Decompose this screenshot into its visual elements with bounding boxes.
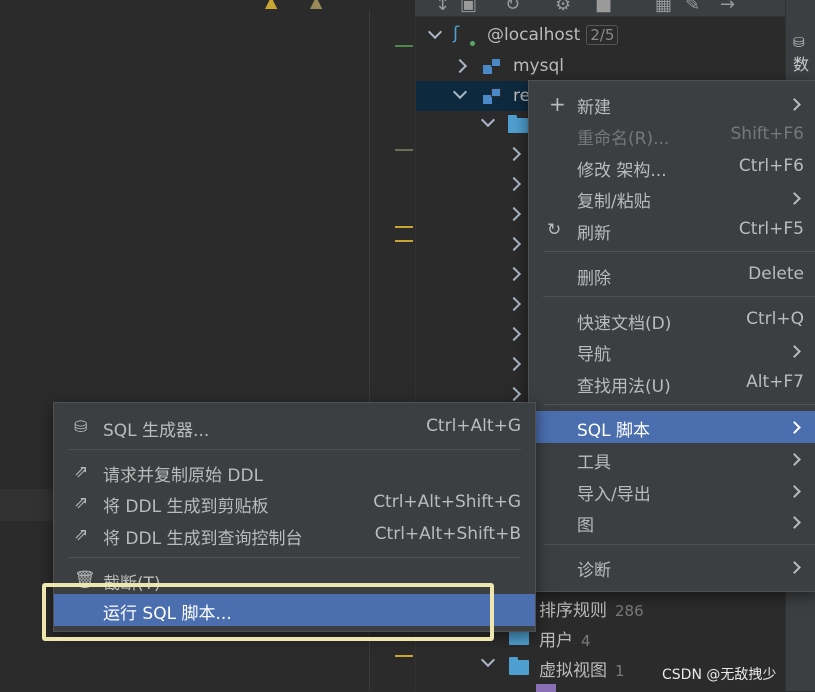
collapse-icon[interactable]: ↕ — [435, 0, 450, 15]
chevron-right-icon — [788, 98, 801, 111]
chevron-down-icon[interactable] — [452, 84, 468, 100]
warning-icon[interactable]: ▲ — [265, 0, 277, 11]
watermark: CSDN @无敌拽少 — [662, 667, 777, 683]
sql-generator-icon: ⛁ — [74, 417, 88, 436]
menu-item-diagnostics[interactable]: 诊断 — [529, 551, 815, 583]
chevron-right-icon[interactable] — [506, 146, 522, 162]
menu-item-delete[interactable]: 删除 Delete — [529, 259, 815, 291]
folder-icon — [509, 657, 529, 675]
submenu-item-ddl-to-console[interactable]: ⇗ 将 DDL 生成到查询控制台 Ctrl+Alt+Shift+B — [54, 519, 535, 551]
schema-icon — [483, 88, 501, 104]
change-marker — [395, 45, 413, 47]
menu-separator — [68, 449, 521, 450]
host-badge: 2/5 — [586, 25, 619, 45]
chevron-right-icon — [788, 516, 801, 529]
menu-separator — [543, 296, 815, 297]
external-link-icon: ⇗ — [74, 462, 89, 482]
connected-dot-icon — [470, 41, 475, 46]
jump-icon[interactable]: → — [720, 0, 735, 15]
context-menu: + 新建 重命名(R)... Shift+F6 修改 架构... Ctrl+F6… — [528, 80, 815, 592]
copy-icon[interactable]: ▣ — [460, 0, 477, 15]
menu-item-quick-doc[interactable]: 快速文档(D) Ctrl+Q — [529, 304, 815, 336]
chevron-right-icon — [788, 345, 801, 358]
users-count: 4 — [581, 632, 591, 650]
tree-row-schema-mysql[interactable]: mysql — [416, 51, 786, 81]
virtual-views-count: 1 — [615, 662, 625, 680]
chevron-down-icon[interactable] — [427, 24, 443, 40]
callout-highlight-box — [42, 583, 494, 641]
table-toolbar-icon[interactable]: ▦ — [655, 0, 672, 15]
stop-icon[interactable]: ■ — [595, 0, 612, 15]
chevron-right-icon — [788, 561, 801, 574]
weak-warning-icon[interactable]: ▲ — [310, 0, 322, 11]
menu-item-new[interactable]: + 新建 — [529, 88, 815, 120]
chevron-right-icon[interactable] — [506, 236, 522, 252]
menu-separator — [543, 544, 815, 545]
menu-separator — [68, 557, 521, 558]
chevron-right-icon — [788, 485, 801, 498]
submenu-item-sql-generator[interactable]: ⛁ SQL 生成器... Ctrl+Alt+G — [54, 411, 535, 443]
chevron-right-icon — [788, 421, 801, 434]
tree-row-host[interactable]: ʃ @localhost 2/5 — [416, 21, 786, 51]
chevron-right-icon — [788, 453, 801, 466]
collations-count: 286 — [615, 602, 644, 620]
warning-marker — [395, 655, 413, 657]
database-icon[interactable]: ⛁ — [793, 35, 809, 51]
external-link-icon: ⇗ — [74, 493, 89, 513]
menu-item-tools[interactable]: 工具 — [529, 443, 815, 475]
schema-icon — [483, 58, 501, 74]
folder-icon — [508, 115, 528, 133]
menu-item-alter-schema[interactable]: 修改 架构... Ctrl+F6 — [529, 151, 815, 183]
users-label: 用户 — [539, 631, 573, 651]
plus-icon: + — [549, 92, 566, 116]
external-link-icon: ⇗ — [74, 525, 89, 545]
chevron-right-icon[interactable] — [452, 58, 468, 74]
folder-icon — [509, 627, 529, 645]
chevron-right-icon[interactable] — [506, 266, 522, 282]
chevron-right-icon — [788, 192, 801, 205]
submenu-item-copy-ddl[interactable]: ⇗ 请求并复制原始 DDL — [54, 456, 535, 488]
menu-item-copy-paste[interactable]: 复制/粘贴 — [529, 182, 815, 214]
chevron-down-icon[interactable] — [480, 652, 496, 668]
chevron-right-icon[interactable] — [506, 296, 522, 312]
menu-item-find-usages[interactable]: 查找用法(U) Alt+F7 — [529, 367, 815, 399]
menu-separator — [543, 251, 815, 252]
database-tool-tab[interactable]: 数 — [790, 56, 811, 72]
chevron-down-icon[interactable] — [480, 112, 496, 128]
virtual-views-label: 虚拟视图 — [539, 661, 607, 681]
menu-item-import-export[interactable]: 导入/导出 — [529, 475, 815, 507]
warning-marker — [395, 240, 413, 242]
tree-toolbar: ↕ ▣ ↻ ⚙ ■ ▦ ✎ → — [415, 0, 785, 17]
chevron-right-icon[interactable] — [506, 386, 522, 402]
edit-icon[interactable]: ✎ — [685, 0, 700, 15]
menu-item-sql-scripts[interactable]: SQL 脚本 — [529, 411, 815, 443]
chevron-right-icon[interactable] — [506, 356, 522, 372]
chevron-right-icon[interactable] — [506, 206, 522, 222]
chevron-right-icon[interactable] — [506, 326, 522, 342]
menu-item-refresh[interactable]: ↻ 刷新 Ctrl+F5 — [529, 214, 815, 246]
menu-item-navigate[interactable]: 导航 — [529, 335, 815, 367]
chevron-right-icon[interactable] — [506, 176, 522, 192]
refresh-toolbar-icon[interactable]: ↻ — [505, 0, 520, 15]
mysql-dolphin-icon: ʃ — [453, 23, 460, 44]
schema-toolbar-icon[interactable]: ⚙ — [555, 0, 571, 15]
submenu-item-ddl-to-clipboard[interactable]: ⇗ 将 DDL 生成到剪贴板 Ctrl+Alt+Shift+G — [54, 487, 535, 519]
menu-separator — [543, 404, 815, 405]
host-label: @localhost — [487, 25, 581, 45]
refresh-icon: ↻ — [547, 220, 562, 240]
menu-item-rename[interactable]: 重命名(R)... Shift+F6 — [529, 119, 815, 151]
change-marker — [395, 149, 413, 151]
menu-item-diagrams[interactable]: 图 — [529, 506, 815, 538]
schema-label: mysql — [513, 56, 564, 76]
warning-marker — [395, 226, 413, 228]
collations-label: 排序规则 — [539, 601, 607, 621]
